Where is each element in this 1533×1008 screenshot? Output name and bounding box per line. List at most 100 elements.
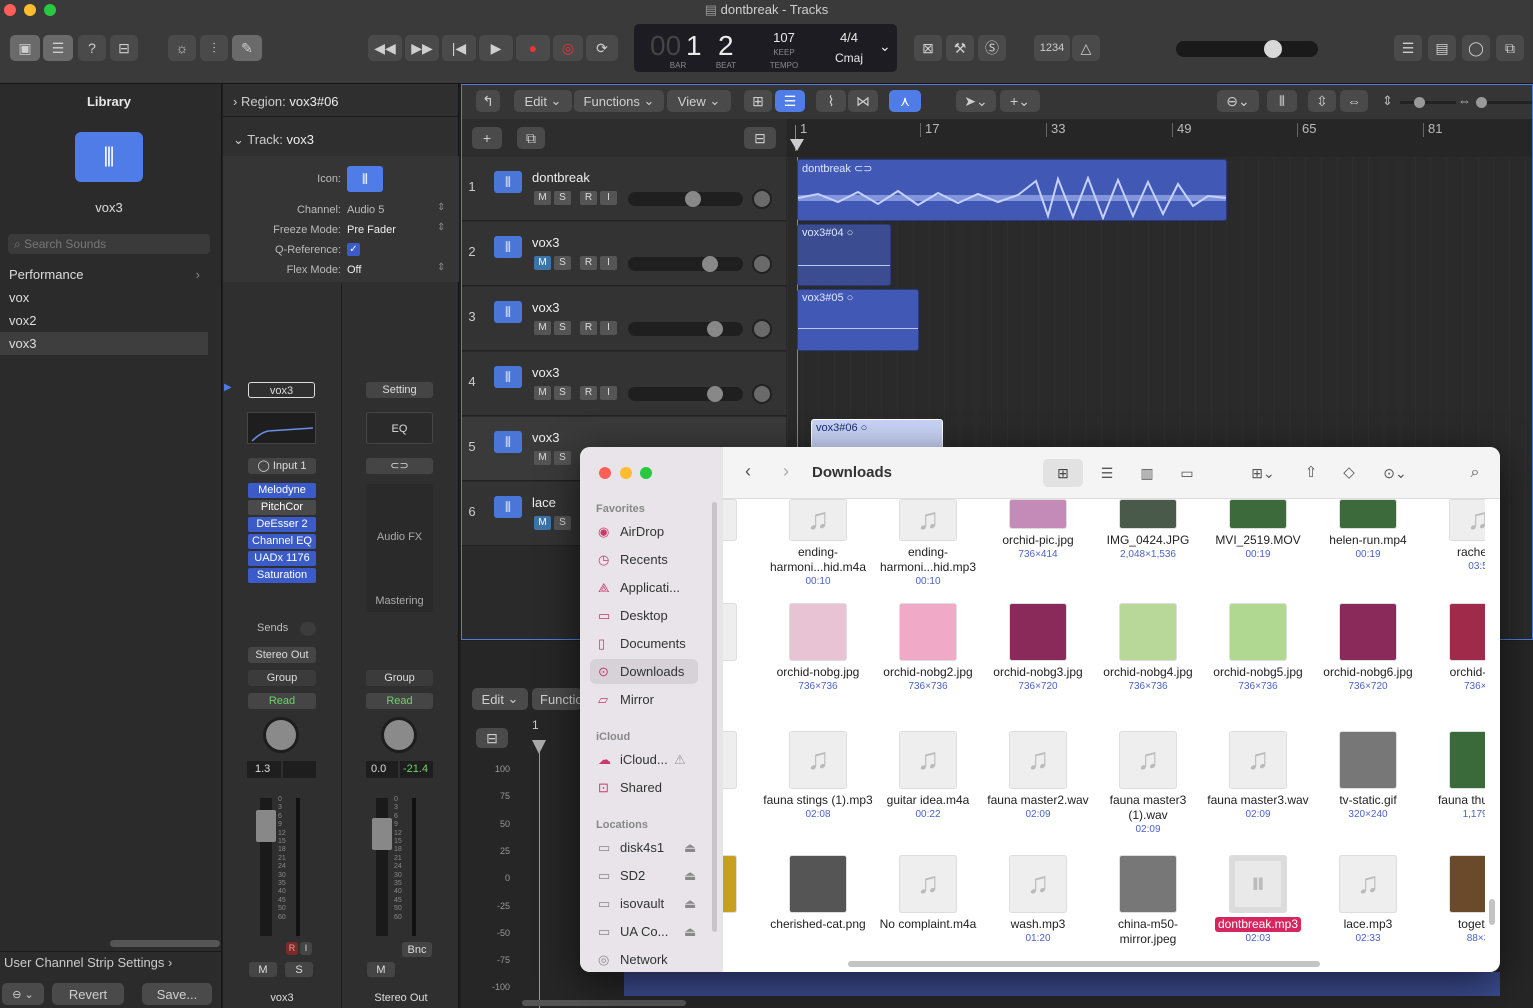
file-name[interactable]: dontbreak.mp3 bbox=[1214, 917, 1302, 932]
file-name[interactable]: ending-harmoni...hid.mp3 bbox=[873, 545, 983, 575]
file-name[interactable]: MVI_2519.MOV bbox=[1203, 533, 1313, 548]
file-item[interactable]: ♫ fauna stings (1).mp3 02:08 bbox=[763, 731, 873, 821]
list-view-icon[interactable]: ☰ bbox=[1091, 459, 1123, 487]
volume-fader-track[interactable] bbox=[256, 798, 276, 936]
vertical-zoom-slider[interactable] bbox=[1400, 97, 1456, 108]
file-name[interactable]: helen-run.mp4 bbox=[1313, 533, 1423, 548]
file-name[interactable]: guitar idea.m4a bbox=[873, 793, 983, 808]
sidebar-item-airdrop[interactable]: ◉ AirDrop bbox=[590, 519, 698, 544]
more-icon[interactable]: ⊖⌄ bbox=[1217, 90, 1259, 112]
file-item[interactable]: ♫ No complaint.m4a bbox=[873, 855, 983, 932]
file-name[interactable]: orchid-nobg4.jpg bbox=[1093, 665, 1203, 680]
file-name[interactable]: fauna master3.wav bbox=[1203, 793, 1313, 808]
gallery-view-icon[interactable]: ▭ bbox=[1171, 459, 1203, 487]
pointer-tool-icon[interactable]: ➤⌄ bbox=[956, 90, 996, 112]
file-item[interactable]: MVI_2519.MOV 00:19 bbox=[1203, 499, 1313, 561]
image-thumbnail[interactable] bbox=[789, 603, 847, 661]
editor-scrollbar[interactable] bbox=[522, 1000, 686, 1006]
solo-button[interactable]: S bbox=[554, 191, 571, 205]
flex-icon[interactable]: ⋈ bbox=[848, 90, 878, 112]
sidebar-item-applicati[interactable]: ⟁ Applicati... bbox=[590, 575, 698, 600]
sidebar-scrollbar[interactable] bbox=[712, 502, 717, 932]
catch-icon[interactable]: ⊟ bbox=[744, 127, 776, 149]
q-reference-checkbox[interactable]: ✓ bbox=[347, 243, 360, 256]
column-view-icon[interactable]: ▥ bbox=[1131, 459, 1163, 487]
save-button[interactable]: Save... bbox=[142, 983, 212, 1005]
edit-menu[interactable]: Edit ⌄ bbox=[514, 90, 572, 112]
input-monitor-button[interactable]: I bbox=[600, 321, 617, 335]
track-waveform-icon[interactable]: ⦀ bbox=[494, 236, 522, 258]
file-name[interactable]: orchid-nobg5.jpg bbox=[1203, 665, 1313, 680]
file-item[interactable]: ♫ fauna master3.wav 02:09 bbox=[1203, 731, 1313, 821]
file-item[interactable]: helen-run.mp4 00:19 bbox=[1313, 499, 1423, 561]
list-view-icon[interactable]: ☰ bbox=[775, 90, 805, 112]
file-item[interactable]: ♫ mp3 bbox=[723, 499, 763, 560]
image-thumbnail[interactable] bbox=[899, 603, 957, 661]
go-to-beginning-icon[interactable]: |◀ bbox=[442, 35, 476, 61]
music-note-icon[interactable]: ♫ bbox=[1009, 731, 1067, 789]
file-item[interactable]: ♫ guitar idea.m4a 00:22 bbox=[873, 731, 983, 821]
sidebar-item-downloads[interactable]: ⊙ Downloads bbox=[590, 659, 698, 684]
track-waveform-icon[interactable]: ⦀ bbox=[494, 171, 522, 193]
file-item[interactable]: IMG_0424.JPG 2,048×1,536 bbox=[1093, 499, 1203, 561]
note-pad-icon[interactable]: ▤ bbox=[1428, 35, 1456, 61]
image-thumbnail[interactable] bbox=[1119, 603, 1177, 661]
image-thumbnail[interactable] bbox=[1449, 731, 1485, 789]
music-note-icon[interactable]: ♫ bbox=[1449, 499, 1485, 541]
music-note-icon[interactable]: ♫ bbox=[899, 855, 957, 913]
group-slot-2[interactable]: Group bbox=[366, 670, 433, 686]
track-name[interactable]: dontbreak bbox=[532, 170, 590, 185]
library-toggle-icon[interactable]: ▣ bbox=[10, 35, 40, 61]
file-name[interactable]: IMG_0424.JPG bbox=[1093, 533, 1203, 548]
horizontal-zoom-knob[interactable] bbox=[1476, 97, 1487, 108]
strip-solo-button[interactable]: S bbox=[285, 962, 313, 977]
stepper-icon[interactable]: ⇕ bbox=[437, 222, 445, 233]
record-button[interactable]: R bbox=[580, 191, 597, 205]
fit-horizontal-icon[interactable]: ⇔ bbox=[1340, 90, 1368, 112]
file-name[interactable]: a.jpg bbox=[723, 665, 763, 680]
automation-mode[interactable]: Read bbox=[248, 693, 316, 709]
file-item[interactable]: ♫ fauna master3 (1).wav 02:09 bbox=[1093, 731, 1203, 836]
track-volume-slider[interactable] bbox=[628, 321, 743, 337]
eject-icon[interactable]: ⏏ bbox=[684, 891, 696, 916]
plugin-uadx-1176[interactable]: UADx 1176 bbox=[248, 551, 316, 566]
mute-button[interactable]: M bbox=[534, 451, 551, 465]
track-name[interactable]: vox3 bbox=[532, 430, 559, 445]
music-note-icon[interactable]: ♫ bbox=[899, 731, 957, 789]
back-icon[interactable]: ‹ bbox=[745, 461, 751, 482]
record-button[interactable]: R bbox=[580, 386, 597, 400]
sidebar-item-recents[interactable]: ◷ Recents bbox=[590, 547, 698, 572]
file-name[interactable]: orchid-nobg3.jpg bbox=[983, 665, 1093, 680]
music-note-icon[interactable]: ♫ bbox=[789, 499, 847, 541]
track-name[interactable]: vox3 bbox=[532, 300, 559, 315]
channel-value[interactable]: Audio 5 bbox=[347, 204, 384, 216]
solo-button[interactable]: S bbox=[554, 321, 571, 335]
track-header[interactable]: 3 ⦀ vox3 M S R I bbox=[462, 287, 786, 351]
strip-name-button[interactable]: vox3 bbox=[248, 382, 315, 398]
music-note-icon[interactable]: ♫ bbox=[1119, 731, 1177, 789]
strip-mute-button-2[interactable]: M bbox=[367, 962, 395, 977]
tuner-icon[interactable]: ⚒ bbox=[946, 35, 974, 61]
sidebar-item-mirror[interactable]: ▱ Mirror bbox=[590, 687, 698, 712]
file-item[interactable]: orchid-nobg5.jpg 736×736 bbox=[1203, 603, 1313, 693]
image-thumbnail[interactable] bbox=[1229, 499, 1287, 529]
solo-button[interactable]: S bbox=[554, 256, 571, 270]
vertical-scrollbar[interactable] bbox=[1489, 899, 1495, 925]
grid-view-icon[interactable]: ⊞ bbox=[744, 90, 772, 112]
bounce-button[interactable]: Bnc bbox=[402, 942, 432, 957]
pan-knob[interactable] bbox=[263, 717, 299, 753]
flex-mode-value[interactable]: Off bbox=[347, 264, 361, 276]
file-item[interactable]: orchid-nobg4.jpg 736×736 bbox=[1093, 603, 1203, 693]
file-name[interactable]: orchid-nobg6.jpg bbox=[1313, 665, 1423, 680]
icon-view-icon[interactable]: ⊞ bbox=[1043, 459, 1083, 487]
volume-fader-handle-2[interactable] bbox=[372, 818, 392, 850]
list-editors-icon[interactable]: ⊠ bbox=[914, 35, 942, 61]
region-vox3-06[interactable]: vox3#06 ○ bbox=[811, 419, 943, 449]
file-item[interactable]: china-m50-mirror.jpeg bbox=[1093, 855, 1203, 947]
file-item[interactable]: orchid-nobg6.jpg 736×720 bbox=[1313, 603, 1423, 693]
track-volume-slider[interactable] bbox=[628, 256, 743, 272]
track-volume-slider[interactable] bbox=[628, 191, 743, 207]
volume-fader-track-2[interactable] bbox=[372, 798, 392, 936]
plugin-channel-eq[interactable]: Channel EQ bbox=[248, 534, 316, 549]
file-item[interactable]: ♫ .mp3 bbox=[723, 731, 763, 808]
